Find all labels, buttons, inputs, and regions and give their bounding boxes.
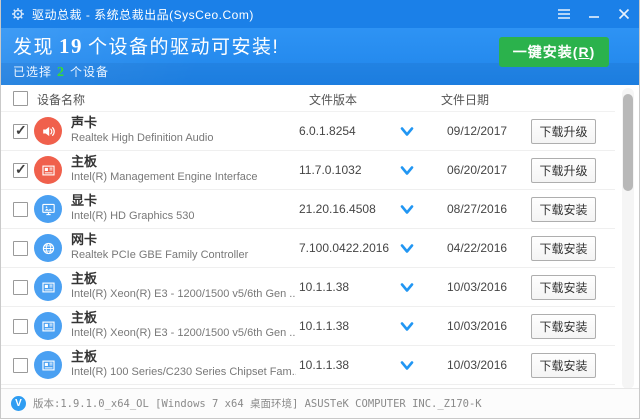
monitor-icon: [34, 195, 62, 223]
file-date: 09/12/2017: [447, 124, 508, 138]
close-icon[interactable]: [609, 0, 639, 28]
headline: 发现 19 个设备的驱动可安装!: [13, 32, 279, 59]
device-count: 19: [59, 34, 84, 58]
row-checkbox[interactable]: [13, 319, 28, 334]
row-checkbox[interactable]: [13, 202, 28, 217]
file-date: 10/03/2016: [447, 280, 508, 294]
version-badge-icon: V: [11, 396, 26, 411]
chevron-down-icon[interactable]: [400, 164, 414, 176]
install-hotkey: R: [578, 44, 590, 60]
device-name: Realtek High Definition Audio: [71, 132, 214, 144]
row-checkbox[interactable]: [13, 241, 28, 256]
download-action-button[interactable]: 下载安装: [531, 236, 596, 261]
titlebar: 驱动总裁 - 系统总裁出品(SysCeo.Com): [1, 0, 639, 28]
chevron-down-icon[interactable]: [400, 359, 414, 371]
download-action-button[interactable]: 下载升级: [531, 158, 596, 183]
device-category: 主板: [71, 349, 98, 364]
scrollbar-thumb[interactable]: [623, 94, 633, 191]
device-category: 主板: [71, 154, 98, 169]
device-category: 主板: [71, 310, 98, 325]
download-action-button[interactable]: 下载安装: [531, 314, 596, 339]
headline-prefix: 发现: [13, 37, 55, 58]
device-category: 显卡: [71, 193, 98, 208]
table-row[interactable]: 主板 Intel(R) Xeon(R) E3 - 1200/1500 v5/6t…: [1, 268, 615, 307]
file-date: 06/20/2017: [447, 163, 508, 177]
chevron-down-icon[interactable]: [400, 320, 414, 332]
one-click-install-button[interactable]: 一键安装(R): [499, 37, 609, 67]
file-version: 7.100.0422.2016: [299, 241, 390, 255]
device-category: 声卡: [71, 115, 98, 130]
file-date: 10/03/2016: [447, 319, 508, 333]
selected-prefix: 已选择: [13, 65, 53, 79]
minimize-icon[interactable]: [579, 0, 609, 28]
chevron-down-icon[interactable]: [400, 281, 414, 293]
selected-suffix: 个设备: [70, 65, 110, 79]
speaker-icon: [34, 117, 62, 145]
file-version: 6.0.1.8254: [299, 124, 356, 138]
download-action-button[interactable]: 下载安装: [531, 197, 596, 222]
window-title: 驱动总裁 - 系统总裁出品(SysCeo.Com): [32, 7, 254, 22]
motherboard-icon: [34, 156, 62, 184]
select-all-checkbox[interactable]: [13, 91, 28, 106]
column-device-name: 设备名称: [37, 93, 86, 107]
device-name: Intel(R) HD Graphics 530: [71, 210, 195, 222]
file-version: 21.20.16.4508: [299, 202, 376, 216]
motherboard-icon: [34, 273, 62, 301]
column-file-version: 文件版本: [309, 93, 358, 107]
table-row[interactable]: 显卡 Intel(R) HD Graphics 530 21.20.16.450…: [1, 190, 615, 229]
globe-icon: [34, 234, 62, 262]
table-row[interactable]: 主板 Intel(R) Xeon(R) E3 - 1200/1500 v5/6t…: [1, 307, 615, 346]
download-action-button[interactable]: 下载安装: [531, 353, 596, 378]
headline-suffix: 个设备的驱动可安装!: [88, 37, 280, 58]
column-file-date: 文件日期: [441, 93, 490, 107]
selected-count: 2: [57, 65, 66, 80]
app-window: 驱动总裁 - 系统总裁出品(SysCeo.Com) 发现 19 个设备的驱动可安装!…: [0, 0, 640, 419]
device-name: Intel(R) Xeon(R) E3 - 1200/1500 v5/6th G…: [71, 288, 296, 300]
device-list: 声卡 Realtek High Definition Audio 6.0.1.8…: [1, 112, 615, 385]
scrollbar[interactable]: [622, 88, 634, 389]
file-date: 08/27/2016: [447, 202, 508, 216]
motherboard-icon: [34, 312, 62, 340]
header-banner: 发现 19 个设备的驱动可安装! 已选择 2 个设备 一键安装(R): [1, 28, 639, 85]
chevron-down-icon[interactable]: [400, 203, 414, 215]
statusbar: V 版本:1.9.1.0_x64_OL [Windows 7 x64 桌面环境]…: [1, 388, 639, 418]
chevron-down-icon[interactable]: [400, 125, 414, 137]
row-checkbox[interactable]: [13, 122, 28, 139]
gear-clock-icon: [10, 6, 26, 22]
file-version: 10.1.1.38: [299, 280, 350, 294]
device-name: Intel(R) Xeon(R) E3 - 1200/1500 v5/6th G…: [71, 327, 296, 339]
motherboard-icon: [34, 351, 62, 379]
row-checkbox[interactable]: [13, 280, 28, 295]
row-checkbox[interactable]: [13, 161, 28, 178]
download-action-button[interactable]: 下载安装: [531, 275, 596, 300]
selected-line: 已选择 2 个设备: [13, 63, 109, 81]
file-date: 10/03/2016: [447, 358, 508, 372]
device-name: Realtek PCIe GBE Family Controller: [71, 249, 249, 261]
file-version: 10.1.1.38: [299, 319, 350, 333]
row-checkbox[interactable]: [13, 358, 28, 373]
window-controls: [549, 0, 639, 28]
download-action-button[interactable]: 下载升级: [531, 119, 596, 144]
table-row[interactable]: 网卡 Realtek PCIe GBE Family Controller 7.…: [1, 229, 615, 268]
table-row[interactable]: 声卡 Realtek High Definition Audio 6.0.1.8…: [1, 112, 615, 151]
table-header: 设备名称 文件版本 文件日期: [1, 85, 615, 112]
file-version: 11.7.0.1032: [299, 163, 362, 177]
status-text: 版本:1.9.1.0_x64_OL [Windows 7 x64 桌面环境] A…: [33, 398, 482, 410]
install-label-prefix: 一键安装(: [512, 44, 579, 60]
table-row[interactable]: 主板 Intel(R) Management Engine Interface …: [1, 151, 615, 190]
file-date: 04/22/2016: [447, 241, 508, 255]
device-name: Intel(R) Management Engine Interface: [71, 171, 258, 183]
device-category: 网卡: [71, 232, 98, 247]
device-category: 主板: [71, 271, 98, 286]
device-name: Intel(R) 100 Series/C230 Series Chipset …: [71, 366, 296, 378]
install-label-suffix: ): [589, 44, 596, 60]
table-row[interactable]: 主板 Intel(R) 100 Series/C230 Series Chips…: [1, 346, 615, 385]
chevron-down-icon[interactable]: [400, 242, 414, 254]
file-version: 10.1.1.38: [299, 358, 350, 372]
menu-icon[interactable]: [549, 0, 579, 28]
